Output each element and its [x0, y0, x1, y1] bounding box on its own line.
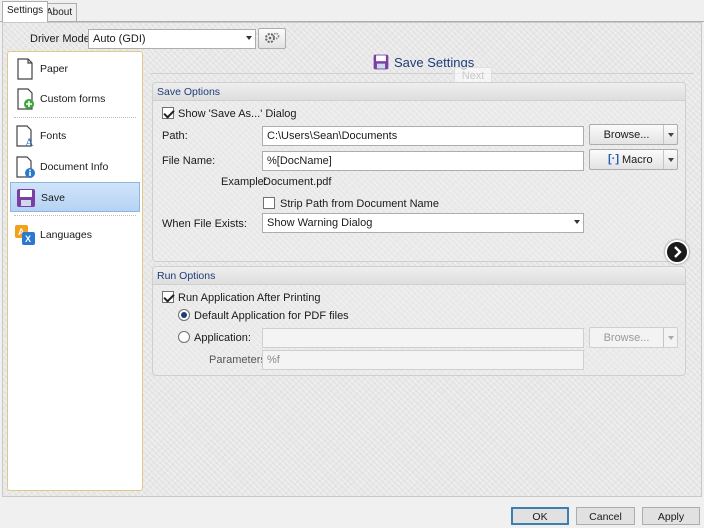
show-save-as-label: Show 'Save As...' Dialog — [178, 108, 297, 120]
macro-icon: [·] — [608, 153, 619, 165]
sidebar-item-label: Fonts — [40, 130, 67, 142]
macro-button[interactable]: [·] Macro — [589, 149, 678, 170]
application-label: Application: — [194, 332, 251, 344]
tab-strip: Settings About — [0, 0, 704, 22]
driver-mode-label: Driver Mode: — [30, 33, 93, 45]
sidebar-item-save[interactable]: Save — [10, 182, 140, 212]
when-file-exists-select[interactable]: Show Warning Dialog — [262, 213, 584, 233]
document-info-icon — [16, 156, 35, 178]
save-icon — [17, 189, 35, 207]
application-browse-button[interactable]: Browse... — [589, 327, 678, 348]
when-file-exists-label: When File Exists: — [162, 218, 247, 230]
file-name-label: File Name: — [162, 155, 216, 167]
sidebar-divider — [14, 215, 136, 216]
gears-icon — [265, 32, 280, 43]
path-input[interactable]: C:\Users\Sean\Documents — [262, 126, 584, 146]
tab-settings[interactable]: Settings — [2, 1, 49, 22]
parameters-label: Parameters: — [209, 354, 269, 366]
sidebar-item-languages[interactable]: A X Languages — [10, 220, 140, 250]
parameters-input[interactable]: %f — [262, 350, 584, 370]
paper-icon — [17, 58, 33, 80]
strip-path-checkbox[interactable] — [263, 197, 275, 209]
save-options-title: Save Options — [153, 83, 685, 101]
driver-mode-select[interactable]: Auto (GDI) — [88, 29, 256, 49]
path-label: Path: — [162, 130, 188, 142]
chevron-down-icon[interactable] — [663, 328, 677, 347]
sidebar-divider — [14, 117, 136, 118]
sidebar-item-label: Document Info — [40, 161, 109, 173]
browse-button-label: Browse... — [603, 332, 650, 344]
driver-settings-button[interactable] — [258, 28, 286, 49]
chevron-down-icon — [246, 36, 252, 40]
chevron-down-icon — [574, 220, 580, 224]
apply-button[interactable]: Apply — [642, 507, 700, 525]
sidebar-item-custom-forms[interactable]: Custom forms — [10, 84, 140, 114]
content-header: Save Settings — [150, 50, 694, 74]
driver-mode-value: Auto (GDI) — [93, 33, 146, 45]
custom-forms-icon — [17, 88, 34, 110]
chevron-down-icon[interactable] — [663, 125, 677, 144]
sidebar-item-label: Custom forms — [40, 93, 106, 105]
strip-path-label: Strip Path from Document Name — [280, 198, 439, 210]
next-page-button[interactable] — [665, 240, 689, 264]
application-radio[interactable] — [178, 331, 190, 343]
browse-button-label: Browse... — [603, 129, 650, 141]
fonts-icon: A — [16, 125, 34, 147]
svg-text:A: A — [25, 135, 34, 147]
run-after-printing-checkbox[interactable] — [162, 291, 174, 303]
sidebar-item-paper[interactable]: Paper — [10, 54, 140, 84]
cancel-button[interactable]: Cancel — [576, 507, 635, 525]
macro-button-label: Macro — [622, 154, 653, 166]
example-value: Document.pdf — [263, 176, 332, 188]
svg-text:X: X — [25, 234, 31, 244]
when-file-exists-value: Show Warning Dialog — [267, 217, 373, 229]
default-application-label: Default Application for PDF files — [194, 310, 349, 322]
ok-button[interactable]: OK — [511, 507, 569, 525]
run-options-title: Run Options — [153, 267, 685, 285]
languages-icon: A X — [15, 225, 35, 245]
file-name-input[interactable]: %[DocName] — [262, 151, 584, 171]
sidebar-item-label: Paper — [40, 63, 69, 75]
chevron-down-icon[interactable] — [663, 150, 677, 169]
sidebar-item-fonts[interactable]: A Fonts — [10, 121, 140, 151]
path-browse-button[interactable]: Browse... — [589, 124, 678, 145]
sidebar-item-document-info[interactable]: Document Info — [10, 152, 140, 182]
run-after-printing-label: Run Application After Printing — [178, 292, 321, 304]
chevron-right-icon — [674, 246, 682, 258]
sidebar-item-label: Save — [41, 192, 65, 204]
default-application-radio[interactable] — [178, 309, 190, 321]
application-input[interactable] — [262, 328, 584, 348]
show-save-as-checkbox[interactable] — [162, 107, 174, 119]
example-label: Example: — [221, 176, 267, 188]
sidebar-item-label: Languages — [40, 229, 92, 241]
save-settings-icon — [373, 54, 389, 70]
sidebar: Paper Custom forms A Fonts Document Info — [7, 51, 143, 491]
